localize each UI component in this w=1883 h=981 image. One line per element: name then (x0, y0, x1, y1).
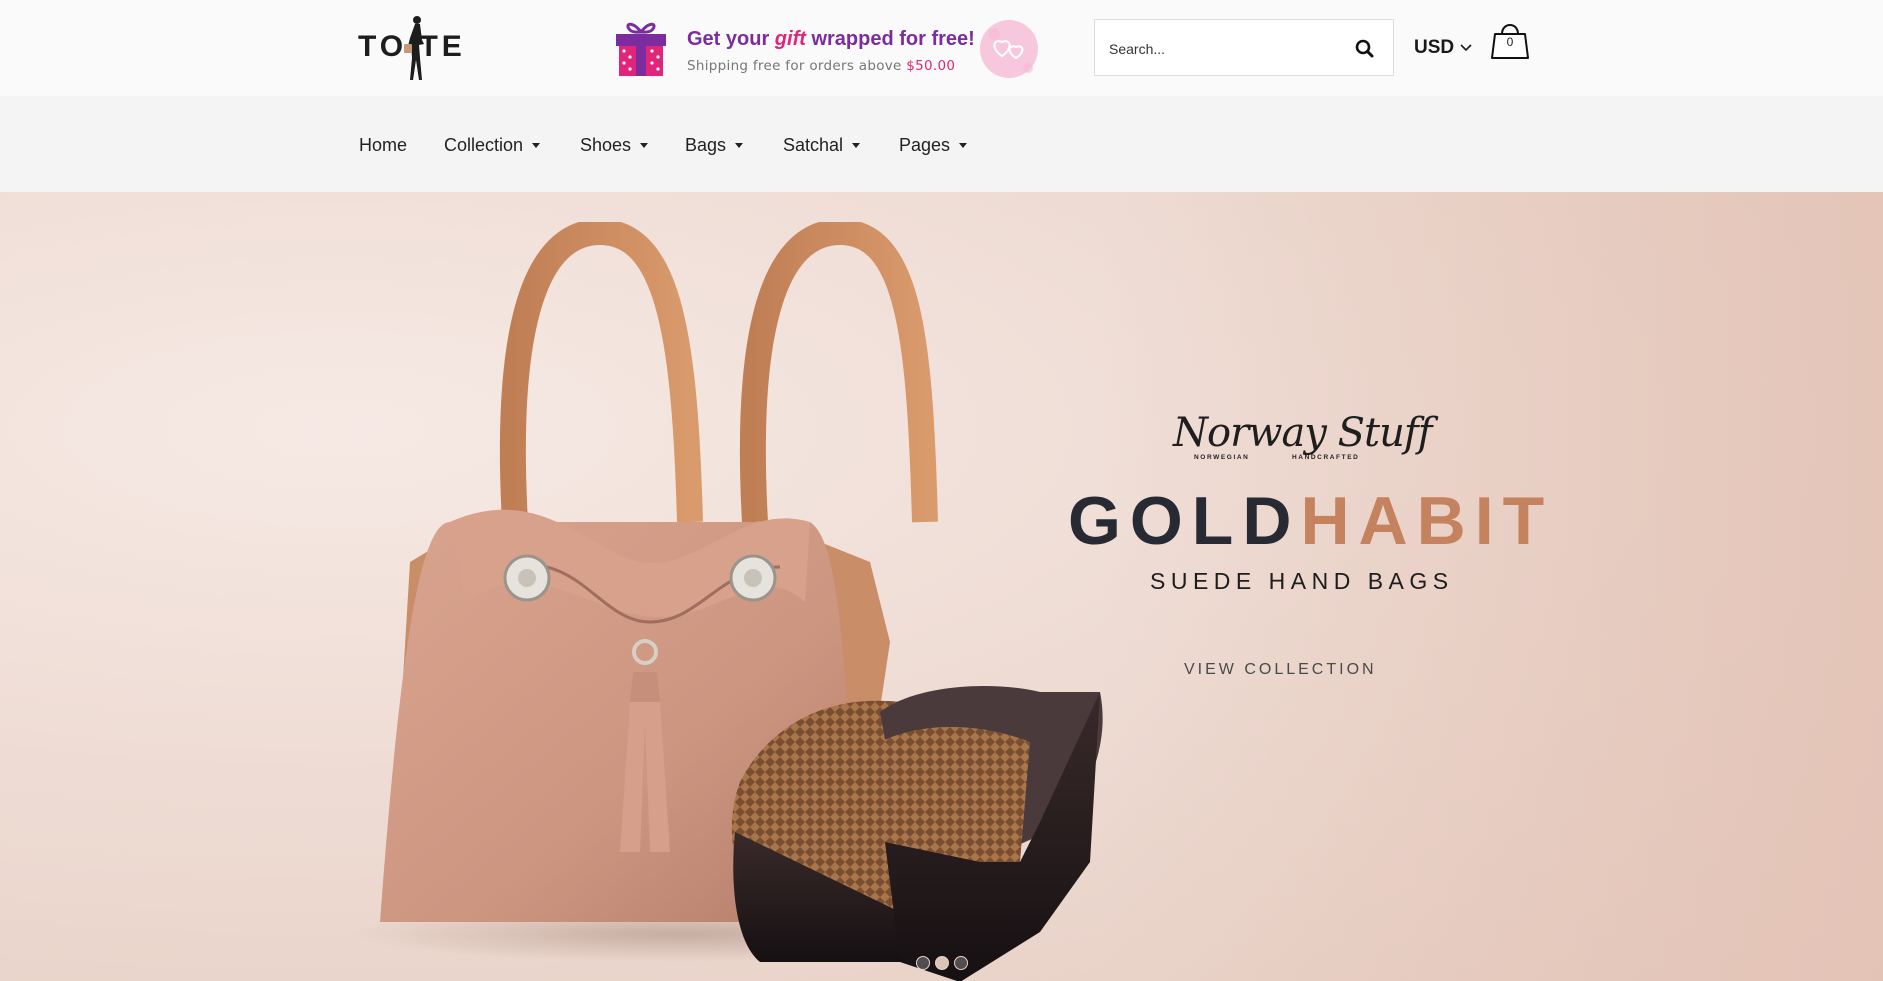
caret-down-icon (735, 143, 744, 148)
slider-pagination (916, 956, 968, 970)
main-nav: Home Collection Shoes Bags Satchal Pages (0, 96, 1883, 192)
cart-button[interactable]: 0 (1488, 18, 1532, 62)
hero-subheadline: SUEDE HAND BAGS (1150, 568, 1454, 594)
nav-item-collection[interactable]: Collection (444, 132, 541, 158)
site-header: TO TE Get your gift wrapped for free! Sh… (0, 0, 1883, 96)
hearts-icon (980, 20, 1038, 78)
hero-product-image (350, 222, 1103, 981)
nav-item-satchal[interactable]: Satchal (783, 132, 861, 158)
nav-item-label: Pages (899, 134, 951, 155)
currency-value: USD (1414, 37, 1455, 58)
hero-slider: Norway Stuff NORWEGIAN HANDCRAFTED GOLDH… (0, 192, 1883, 981)
nav-item-label: Satchal (783, 134, 844, 155)
slider-dot-1[interactable] (916, 956, 930, 970)
currency-selector[interactable]: USD (1414, 36, 1472, 60)
cart-count: 0 (1506, 35, 1514, 49)
site-logo[interactable]: TO TE (358, 14, 470, 82)
caret-down-icon (852, 143, 861, 148)
logo-figure-icon (404, 16, 424, 80)
search-icon (1355, 39, 1374, 58)
caret-down-icon (640, 143, 649, 148)
promo-shipping-text: Shipping free for orders above $50.00 (687, 58, 956, 74)
headline-part1: GOLD (1068, 483, 1301, 559)
nav-item-shoes[interactable]: Shoes (580, 132, 649, 158)
caret-down-icon (959, 143, 968, 148)
caret-down-icon (532, 143, 541, 148)
view-collection-link[interactable]: VIEW COLLECTION (1184, 661, 1377, 679)
headline-part2: HABIT (1300, 483, 1554, 559)
nav-item-pages[interactable]: Pages (899, 132, 968, 158)
nav-item-home[interactable]: Home (359, 132, 407, 158)
slider-dot-2[interactable] (935, 956, 949, 970)
hero-headline: GOLDHABIT (1068, 482, 1553, 560)
brand-logo: Norway Stuff NORWEGIAN HANDCRAFTED (1168, 410, 1432, 472)
nav-item-label: Home (359, 134, 408, 155)
nav-item-label: Bags (685, 134, 727, 155)
search-box (1094, 19, 1394, 76)
slider-dot-3[interactable] (954, 956, 968, 970)
brand-name: Norway Stuff (1173, 410, 1432, 456)
brand-subtitle-left: NORWEGIAN (1194, 454, 1250, 461)
nav-item-label: Collection (444, 134, 524, 155)
nav-item-label: Shoes (580, 134, 632, 155)
gift-wrap-promo[interactable]: Get your gift wrapped for free! Shipping… (612, 16, 1042, 82)
gift-box-icon (616, 22, 666, 76)
chevron-down-icon (1460, 44, 1472, 52)
brand-subtitle-right: HANDCRAFTED (1292, 454, 1360, 461)
search-input[interactable] (1109, 38, 1339, 60)
promo-headline: Get your gift wrapped for free! (687, 28, 975, 50)
search-button[interactable] (1351, 35, 1379, 63)
nav-item-bags[interactable]: Bags (685, 132, 744, 158)
